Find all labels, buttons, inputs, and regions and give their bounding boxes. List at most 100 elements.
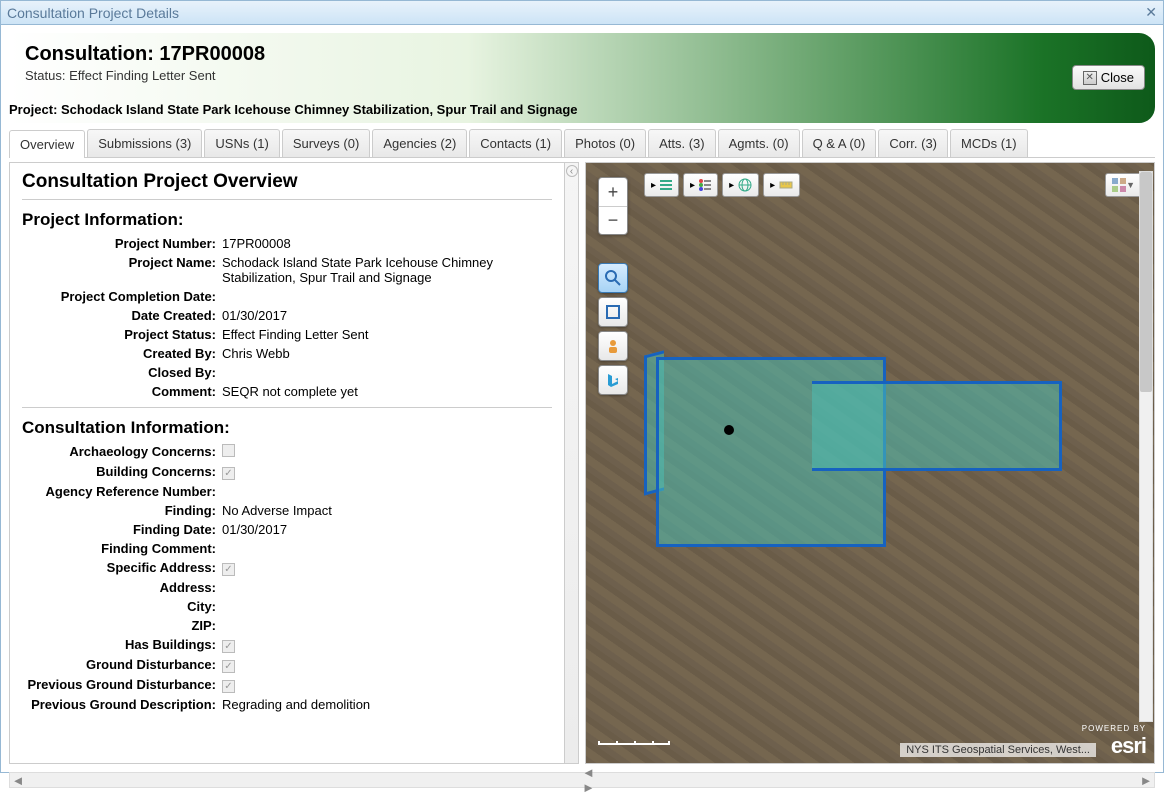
lbl-finding-date: Finding Date:: [22, 522, 222, 537]
hscrollbar[interactable]: ◄ ◄ ► ►: [9, 772, 1155, 788]
map-menu-3[interactable]: ▸: [722, 173, 759, 197]
tab-contacts[interactable]: Contacts (1): [469, 129, 562, 157]
chk-ground: ✓: [222, 660, 235, 673]
map-top-toolbar: ▸ ▸ ▸ ▸: [644, 173, 800, 197]
person-tool[interactable]: [598, 331, 628, 361]
window: Consultation Project Details ✕ Consultat…: [0, 0, 1164, 773]
val-project-name: Schodack Island State Park Icehouse Chim…: [222, 255, 552, 285]
lbl-created-by: Created By:: [22, 346, 222, 361]
tab-submissions[interactable]: Submissions (3): [87, 129, 202, 157]
globe-icon: [738, 178, 752, 192]
lbl-finding-comment: Finding Comment:: [22, 541, 222, 556]
zoom-out-button[interactable]: −: [599, 206, 627, 234]
chk-specific-addr: ✓: [222, 563, 235, 576]
list-icon: [660, 179, 672, 191]
status-label: Status: Effect Finding Letter Sent: [25, 68, 1139, 83]
tab-corr[interactable]: Corr. (3): [878, 129, 948, 157]
lbl-building: Building Concerns:: [22, 464, 222, 480]
lbl-ground: Ground Disturbance:: [22, 657, 222, 673]
tab-photos[interactable]: Photos (0): [564, 129, 646, 157]
consultation-info-heading: Consultation Information:: [22, 418, 552, 438]
map-point: [724, 425, 734, 435]
lbl-closed-by: Closed By:: [22, 365, 222, 380]
chk-archaeology: [222, 444, 235, 457]
tab-bar: Overview Submissions (3) USNs (1) Survey…: [9, 129, 1155, 158]
vscrollbar[interactable]: [1139, 171, 1153, 722]
overview-panel: Consultation Project Overview Project In…: [10, 163, 564, 763]
val-project-status: Effect Finding Letter Sent: [222, 327, 552, 342]
hscroll-left[interactable]: ◄: [10, 773, 26, 787]
val-date-created: 01/30/2017: [222, 308, 552, 323]
scale-bar: [598, 741, 670, 745]
divider: [22, 199, 552, 200]
tab-usns[interactable]: USNs (1): [204, 129, 279, 157]
close-button-label: Close: [1101, 70, 1134, 85]
tab-agencies[interactable]: Agencies (2): [372, 129, 467, 157]
zoom-in-button[interactable]: +: [599, 178, 627, 206]
val-address: [222, 580, 552, 595]
zoom-control: + −: [598, 177, 628, 235]
map-polygon: [812, 381, 1062, 471]
lbl-date-created: Date Created:: [22, 308, 222, 323]
lbl-archaeology: Archaeology Concerns:: [22, 444, 222, 460]
val-finding-comment: [222, 541, 552, 556]
close-icon: ✕: [1083, 71, 1097, 85]
map-panel[interactable]: + − ▸ ▸ ▸ ▸ ▼ NYS ITS Geospatial Service…: [585, 162, 1155, 764]
val-project-number: 17PR00008: [222, 236, 552, 251]
val-finding: No Adverse Impact: [222, 503, 552, 518]
lbl-project-status: Project Status:: [22, 327, 222, 342]
lbl-city: City:: [22, 599, 222, 614]
project-info-heading: Project Information:: [22, 210, 552, 230]
tab-surveys[interactable]: Surveys (0): [282, 129, 370, 157]
val-prev-desc: Regrading and demolition: [222, 697, 552, 712]
divider: [22, 407, 552, 408]
hscroll-right[interactable]: ►: [1138, 773, 1154, 787]
tab-qa[interactable]: Q & A (0): [802, 129, 877, 157]
val-city: [222, 599, 552, 614]
bing-tool[interactable]: [598, 365, 628, 395]
extent-tool[interactable]: [598, 297, 628, 327]
val-finding-date: 01/30/2017: [222, 522, 552, 537]
window-title: Consultation Project Details: [7, 5, 179, 21]
lbl-zip: ZIP:: [22, 618, 222, 633]
hscroll-splitter[interactable]: ◄ ►: [582, 773, 598, 787]
lbl-agency-ref: Agency Reference Number:: [22, 484, 222, 499]
bullet-list-icon: [699, 179, 711, 191]
tab-agmts[interactable]: Agmts. (0): [718, 129, 800, 157]
lbl-project-name: Project Name:: [22, 255, 222, 285]
left-panel-wrap: Consultation Project Overview Project In…: [9, 162, 579, 764]
lbl-has-buildings: Has Buildings:: [22, 637, 222, 653]
ruler-icon: [779, 178, 793, 192]
map-tools: [598, 263, 628, 399]
close-button[interactable]: ✕ Close: [1072, 65, 1145, 90]
chk-has-buildings: ✓: [222, 640, 235, 653]
header: Consultation: 17PR00008 Status: Effect F…: [9, 33, 1155, 123]
map-menu-4[interactable]: ▸: [763, 173, 800, 197]
tab-mcds[interactable]: MCDs (1): [950, 129, 1028, 157]
chk-prev-ground: ✓: [222, 680, 235, 693]
lbl-completion: Project Completion Date:: [22, 289, 222, 304]
lbl-specific-addr: Specific Address:: [22, 560, 222, 576]
content: Consultation Project Overview Project In…: [9, 162, 1155, 764]
val-closed-by: [222, 365, 552, 380]
lbl-prev-ground: Previous Ground Disturbance:: [22, 677, 222, 693]
map-menu-1[interactable]: ▸: [644, 173, 679, 197]
esri-powered-by: POWERED BY: [1082, 724, 1146, 733]
collapse-handle[interactable]: ‹: [564, 163, 578, 763]
map-menu-2[interactable]: ▸: [683, 173, 718, 197]
search-tool[interactable]: [598, 263, 628, 293]
esri-text: esri: [1082, 733, 1146, 759]
basemap-button[interactable]: ▼: [1105, 173, 1142, 197]
lbl-finding: Finding:: [22, 503, 222, 518]
tab-overview[interactable]: Overview: [9, 130, 85, 158]
project-label: Project: Schodack Island State Park Iceh…: [9, 102, 578, 117]
window-close-icon[interactable]: ✕: [1145, 4, 1157, 21]
consultation-title: Consultation: 17PR00008: [25, 43, 1139, 66]
val-comment: SEQR not complete yet: [222, 384, 552, 399]
val-zip: [222, 618, 552, 633]
chk-building: ✓: [222, 467, 235, 480]
vscroll-thumb[interactable]: [1140, 172, 1152, 392]
tab-atts[interactable]: Atts. (3): [648, 129, 716, 157]
grid-icon: [1112, 178, 1126, 192]
overview-heading: Consultation Project Overview: [22, 171, 552, 193]
